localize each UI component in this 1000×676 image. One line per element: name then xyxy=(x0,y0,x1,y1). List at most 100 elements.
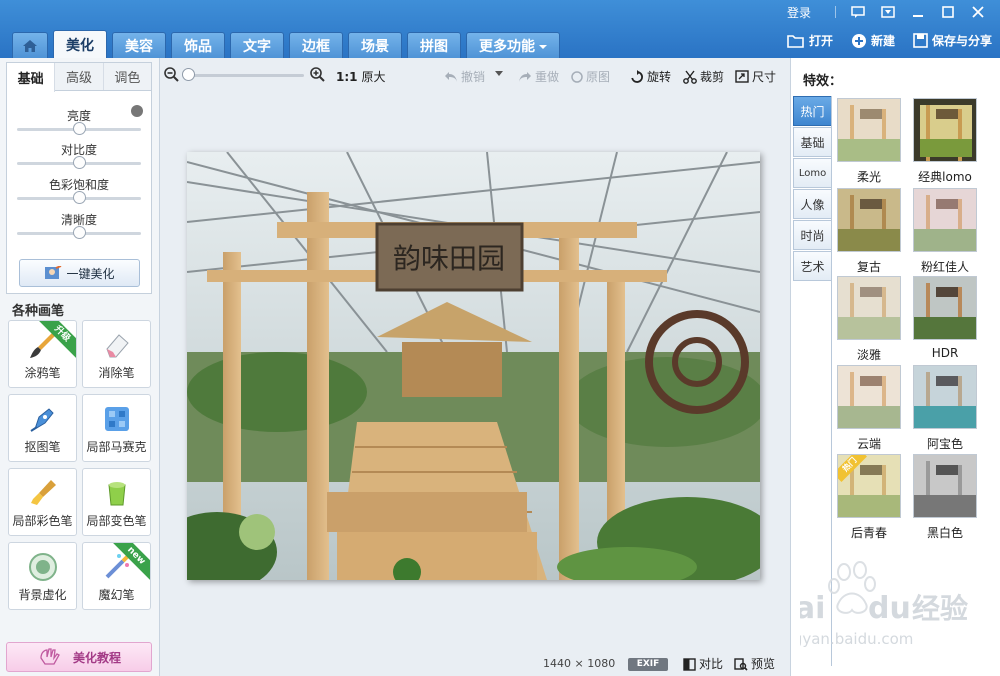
preview-label: 预览 xyxy=(751,657,776,671)
compare-button[interactable]: 对比 xyxy=(683,654,723,674)
image-height: 1080 xyxy=(587,657,616,670)
tab-beauty[interactable]: 美容 xyxy=(112,32,166,58)
crop-button[interactable]: 裁剪 xyxy=(683,68,724,85)
times-sign: × xyxy=(574,657,584,670)
background-blur-button[interactable]: 背景虚化 xyxy=(8,542,77,610)
slider-handle[interactable] xyxy=(72,191,86,204)
resize-button[interactable]: 尺寸 xyxy=(735,68,776,85)
preview-button[interactable]: 预览 xyxy=(734,654,775,674)
tab-collage[interactable]: 拼图 xyxy=(407,32,461,58)
effect-thumb-vintage[interactable] xyxy=(837,188,901,252)
close-icon[interactable] xyxy=(970,5,986,19)
tab-basic[interactable]: 基础 xyxy=(7,63,56,92)
slider-handle[interactable] xyxy=(72,156,86,169)
local-recolor-brush-button[interactable]: 局部变色笔 xyxy=(82,468,151,536)
slider-track[interactable] xyxy=(17,191,141,204)
effect-thumb-post-youth[interactable]: 热门 xyxy=(837,454,901,518)
effect-thumb-classic-lomo[interactable] xyxy=(913,98,977,162)
save-share-button[interactable]: 保存与分享 xyxy=(913,32,992,49)
cutout-brush-button[interactable]: 抠图笔 xyxy=(8,394,77,462)
scissors-icon xyxy=(683,70,697,84)
tab-color-tone[interactable]: 调色 xyxy=(104,63,151,90)
tab-home[interactable] xyxy=(12,32,48,58)
effect-preview xyxy=(914,366,976,428)
effect-thumb-soft-light[interactable] xyxy=(837,98,901,162)
effect-preview xyxy=(914,455,976,517)
tab-border[interactable]: 边框 xyxy=(289,32,343,58)
effect-thumb-hdr[interactable] xyxy=(913,276,977,340)
brush-label: 局部马赛克 xyxy=(86,440,147,454)
undo-button[interactable]: 撤销 xyxy=(444,68,485,85)
pen-nib-icon xyxy=(29,408,54,432)
tab-fashion[interactable]: 时尚 xyxy=(793,220,831,250)
open-button[interactable]: 打开 xyxy=(787,32,833,49)
tab-popular[interactable]: 热门 xyxy=(793,96,831,126)
slider-handle[interactable] xyxy=(72,122,86,135)
slider-track[interactable] xyxy=(17,156,141,169)
tab-scene[interactable]: 场景 xyxy=(348,32,402,58)
effect-preview xyxy=(838,366,900,428)
divider xyxy=(835,6,836,18)
resize-label: 尺寸 xyxy=(752,70,777,84)
exif-button[interactable]: EXIF xyxy=(628,658,668,671)
message-icon[interactable] xyxy=(850,5,866,19)
new-button[interactable]: 新建 xyxy=(851,32,895,49)
slider-label: 亮度 xyxy=(66,109,91,123)
effect-thumb-abao-color[interactable] xyxy=(913,365,977,429)
eraser-brush-button[interactable]: 消除笔 xyxy=(82,320,151,388)
slider-handle[interactable] xyxy=(72,226,86,239)
tab-label: 美容 xyxy=(125,38,153,55)
zoom-out-button[interactable] xyxy=(164,67,182,82)
minimize-icon[interactable] xyxy=(910,5,926,19)
tab-label: 美化 xyxy=(66,37,94,54)
effect-label: 复古 xyxy=(856,260,881,274)
redo-button[interactable]: 重做 xyxy=(518,68,559,85)
tab-basic-effects[interactable]: 基础 xyxy=(793,127,831,157)
tab-label: 文字 xyxy=(243,38,271,55)
maximize-icon[interactable] xyxy=(940,5,956,19)
effect-thumb-cloud[interactable] xyxy=(837,365,901,429)
slider-track[interactable] xyxy=(17,122,141,135)
menu-icon[interactable] xyxy=(880,5,896,19)
effect-label: 阿宝色 xyxy=(926,437,963,451)
zoom-ratio: 1:1 xyxy=(336,69,358,84)
canvas-toolbar: 1:1 原大 撤销 重做 原图 旋转 裁剪 尺寸 xyxy=(160,58,790,94)
open-label: 打开 xyxy=(808,34,833,48)
tab-accessories[interactable]: 饰品 xyxy=(171,32,225,58)
magic-brush-button[interactable]: new 魔幻笔 xyxy=(82,542,151,610)
zoom-slider-handle[interactable] xyxy=(182,68,195,81)
rotate-button[interactable]: 旋转 xyxy=(630,68,671,85)
tab-text[interactable]: 文字 xyxy=(230,32,284,58)
effect-preview xyxy=(914,99,976,161)
beautify-tutorial-button[interactable]: 美化教程 xyxy=(6,642,152,672)
tab-more-features[interactable]: 更多功能 xyxy=(466,32,560,58)
original-image-button[interactable]: 原图 xyxy=(571,68,610,85)
effect-thumb-pink-lady[interactable] xyxy=(913,188,977,252)
tab-beautify[interactable]: 美化 xyxy=(53,30,107,58)
slider-track[interactable] xyxy=(17,226,141,239)
mosaic-brush-button[interactable]: 局部马赛克 xyxy=(82,394,151,462)
effect-thumb-black-white[interactable] xyxy=(913,454,977,518)
brush-label: 背景虚化 xyxy=(18,588,67,602)
effect-thumb-elegant[interactable] xyxy=(837,276,901,340)
photo-canvas[interactable]: 韵味田园 xyxy=(187,152,760,580)
redo-label: 重做 xyxy=(535,70,560,84)
one-key-beautify-button[interactable]: 一键美化 xyxy=(19,259,140,287)
resize-icon xyxy=(735,70,749,83)
tab-advanced[interactable]: 高级 xyxy=(55,63,104,90)
effect-label: 经典lomo xyxy=(918,170,972,184)
brushes-title: 各种画笔 xyxy=(12,304,65,319)
zoom-in-button[interactable] xyxy=(310,67,328,82)
local-color-brush-button[interactable]: 局部彩色笔 xyxy=(8,468,77,536)
doodle-brush-button[interactable]: 升级 涂鸦笔 xyxy=(8,320,77,388)
tab-portrait[interactable]: 人像 xyxy=(793,189,831,219)
undo-history-dropdown[interactable] xyxy=(494,70,507,78)
login-link[interactable]: 登录 xyxy=(787,4,811,21)
slider-label: 色彩饱和度 xyxy=(48,178,109,192)
brush-label: 局部变色笔 xyxy=(86,514,147,528)
tab-art[interactable]: 艺术 xyxy=(793,251,831,281)
effect-label: HDR xyxy=(931,346,959,360)
original-size-button[interactable]: 1:1 原大 xyxy=(336,68,386,85)
tab-lomo[interactable]: Lomo xyxy=(793,158,831,188)
zoom-slider[interactable] xyxy=(188,74,304,77)
